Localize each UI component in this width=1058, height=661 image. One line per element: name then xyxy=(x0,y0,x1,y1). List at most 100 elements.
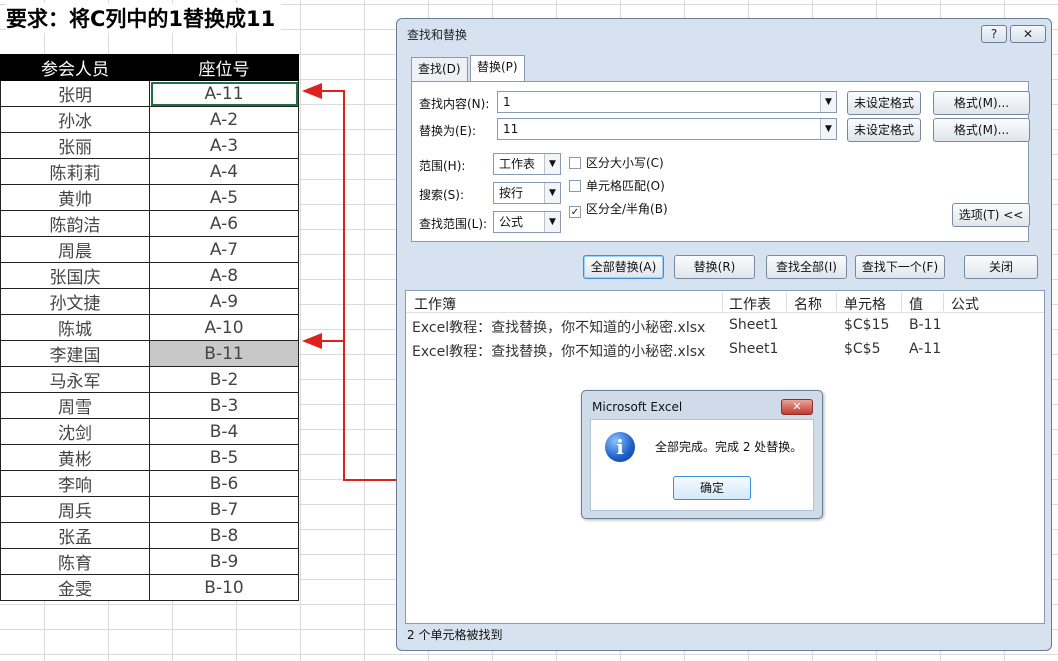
tab-replace[interactable]: 替换(P) xyxy=(470,55,525,81)
table-row: 周雪 B-3 xyxy=(0,392,299,419)
attendee-cell[interactable]: 孙冰 xyxy=(0,106,150,133)
column-header[interactable]: 座位号 xyxy=(149,54,299,81)
lookin-label: 查找范围(L): xyxy=(419,217,488,231)
attendee-cell[interactable]: 马永军 xyxy=(0,366,150,393)
ok-button[interactable]: 确定 xyxy=(673,476,751,500)
seat-cell[interactable]: A-7 xyxy=(149,236,299,263)
attendee-cell[interactable]: 陈莉莉 xyxy=(0,158,150,185)
seat-cell[interactable]: B-5 xyxy=(149,444,299,471)
attendee-cell[interactable]: 陈韵洁 xyxy=(0,210,150,237)
match-cell-checkbox[interactable]: 单元格匹配(O) xyxy=(569,177,665,194)
replace-button[interactable]: 替换(R) xyxy=(674,255,755,279)
range-label: 范围(H): xyxy=(419,159,466,173)
attendee-cell[interactable]: 陈育 xyxy=(0,548,150,575)
attendee-cell[interactable]: 沈剑 xyxy=(0,418,150,445)
attendee-cell[interactable]: 张丽 xyxy=(0,132,150,159)
attendee-cell[interactable]: 陈城 xyxy=(0,314,150,341)
attendee-cell[interactable]: 张明 xyxy=(0,80,150,107)
find-format-button[interactable]: 格式(M)... xyxy=(933,91,1030,115)
table-row: 陈韵洁 A-6 xyxy=(0,210,299,237)
result-row[interactable]: Excel教程：查找替换，你不知道的小秘密.xlsx Sheet1 $C$15 … xyxy=(406,317,1044,339)
seat-cell[interactable]: B-4 xyxy=(149,418,299,445)
table-row: 黄帅 A-5 xyxy=(0,184,299,211)
result-workbook: Excel教程：查找替换，你不知道的小秘密.xlsx xyxy=(412,320,706,336)
close-icon[interactable]: ✕ xyxy=(1010,25,1046,43)
attendee-cell[interactable]: 周雪 xyxy=(0,392,150,419)
result-sheet: Sheet1 xyxy=(729,317,779,333)
seat-cell[interactable]: A-8 xyxy=(149,262,299,289)
seat-cell[interactable]: A-2 xyxy=(149,106,299,133)
lookin-select[interactable]: 公式 ▼ xyxy=(493,211,561,233)
replace-format-button[interactable]: 格式(M)... xyxy=(933,118,1030,142)
result-value: A-11 xyxy=(909,341,942,357)
replace-all-button[interactable]: 全部替换(A) xyxy=(583,255,664,279)
result-value: B-11 xyxy=(909,317,942,333)
seat-cell[interactable]: B-7 xyxy=(149,496,299,523)
replace-value: 11 xyxy=(503,122,519,136)
help-button[interactable]: ? xyxy=(981,25,1007,43)
close-icon[interactable]: ✕ xyxy=(781,399,813,415)
find-all-button[interactable]: 查找全部(I) xyxy=(766,255,847,279)
attendee-cell[interactable]: 孙文捷 xyxy=(0,288,150,315)
close-button[interactable]: 关闭 xyxy=(964,255,1038,279)
search-select[interactable]: 按行 ▼ xyxy=(493,182,561,204)
seat-cell[interactable]: B-11 xyxy=(149,340,299,367)
attendee-cell[interactable]: 金雯 xyxy=(0,574,150,601)
seat-cell[interactable]: A-11 xyxy=(149,80,299,107)
match-width-checkbox[interactable]: ✓ 区分全/半角(B) xyxy=(569,200,668,218)
range-select[interactable]: 工作表 ▼ xyxy=(493,153,561,175)
find-value: 1 xyxy=(503,95,511,109)
column-header[interactable]: 值 xyxy=(909,294,923,314)
attendee-cell[interactable]: 黄彬 xyxy=(0,444,150,471)
seat-cell[interactable]: B-10 xyxy=(149,574,299,601)
attendee-cell[interactable]: 张孟 xyxy=(0,522,150,549)
attendee-cell[interactable]: 周晨 xyxy=(0,236,150,263)
seat-cell[interactable]: A-4 xyxy=(149,158,299,185)
attendee-cell[interactable]: 李建国 xyxy=(0,340,150,367)
replace-panel: 查找内容(N): 1 ▼ 未设定格式 格式(M)... 替换为(E): 11 ▼… xyxy=(411,81,1030,242)
find-input[interactable]: 1 ▼ xyxy=(497,91,837,113)
seat-cell[interactable]: A-10 xyxy=(149,314,299,341)
table-row: 陈育 B-9 xyxy=(0,548,299,575)
match-case-checkbox[interactable]: 区分大小写(C) xyxy=(569,154,664,171)
column-header[interactable]: 工作表 xyxy=(729,294,771,314)
chevron-down-icon[interactable]: ▼ xyxy=(544,154,560,174)
seat-cell[interactable]: B-2 xyxy=(149,366,299,393)
chevron-down-icon[interactable]: ▼ xyxy=(544,212,560,232)
search-value: 按行 xyxy=(499,186,524,200)
options-button[interactable]: 选项(T) << xyxy=(952,203,1030,227)
seat-cell[interactable]: B-3 xyxy=(149,392,299,419)
seat-cell[interactable]: A-3 xyxy=(149,132,299,159)
chevron-down-icon[interactable]: ▼ xyxy=(544,183,560,203)
column-header[interactable]: 公式 xyxy=(951,294,979,314)
table-row: 孙冰 A-2 xyxy=(0,106,299,133)
result-cell: $C$5 xyxy=(844,341,881,357)
seat-cell[interactable]: A-6 xyxy=(149,210,299,237)
tab-find[interactable]: 查找(D) xyxy=(411,57,468,81)
seat-cell[interactable]: B-9 xyxy=(149,548,299,575)
column-header[interactable]: 单元格 xyxy=(844,294,886,314)
table-row: 孙文捷 A-9 xyxy=(0,288,299,315)
table-row: 张丽 A-3 xyxy=(0,132,299,159)
column-header[interactable]: 名称 xyxy=(794,294,822,314)
chevron-down-icon[interactable]: ▼ xyxy=(820,119,836,139)
find-next-button[interactable]: 查找下一个(F) xyxy=(855,255,945,279)
seat-cell[interactable]: A-9 xyxy=(149,288,299,315)
chevron-down-icon[interactable]: ▼ xyxy=(820,92,836,112)
excel-worksheet: 要求：将C列中的1替换成11 参会人员 座位号 张明 A-11 孙冰 A-2 张丽 A-3… xyxy=(0,0,1058,661)
seat-cell[interactable]: A-5 xyxy=(149,184,299,211)
data-table: 参会人员 座位号 张明 A-11 孙冰 A-2 张丽 A-3 陈莉莉 A-4 黄帅 A-5 陈韵洁 A… xyxy=(0,54,299,601)
replace-input[interactable]: 11 ▼ xyxy=(497,118,837,140)
seat-cell[interactable]: B-8 xyxy=(149,522,299,549)
result-row[interactable]: Excel教程：查找替换，你不知道的小秘密.xlsx Sheet1 $C$5 A… xyxy=(406,341,1044,363)
table-row: 李建国 B-11 xyxy=(0,340,299,367)
attendee-cell[interactable]: 李响 xyxy=(0,470,150,497)
table-row: 沈剑 B-4 xyxy=(0,418,299,445)
attendee-cell[interactable]: 周兵 xyxy=(0,496,150,523)
attendee-cell[interactable]: 黄帅 xyxy=(0,184,150,211)
column-header[interactable]: 工作簿 xyxy=(414,294,456,314)
seat-cell[interactable]: B-6 xyxy=(149,470,299,497)
range-value: 工作表 xyxy=(499,157,536,171)
attendee-cell[interactable]: 张国庆 xyxy=(0,262,150,289)
column-header[interactable]: 参会人员 xyxy=(0,54,150,81)
